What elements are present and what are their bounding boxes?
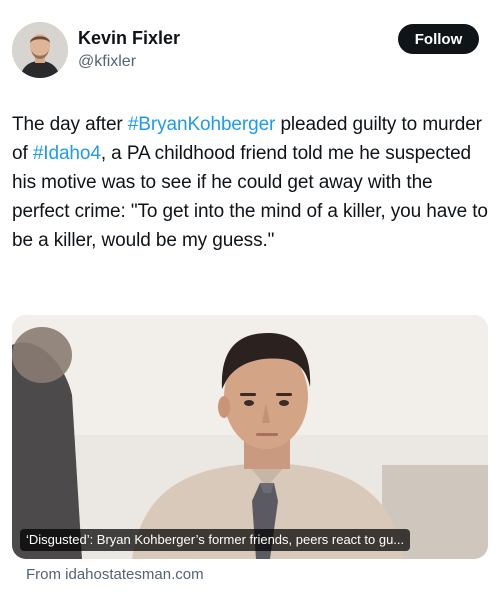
link-source[interactable]: From idahostatesman.com [26,566,204,583]
author-name[interactable]: Kevin Fixler [78,28,180,49]
article-photo [12,315,488,559]
tweet-header: Kevin Fixler @kfixler Follow [0,0,499,90]
tweet-text: The day after #BryanKohberger pleaded gu… [12,110,490,255]
link-card-title[interactable]: ‘Disgusted’: Bryan Kohberger’s former fr… [20,529,411,551]
author-handle[interactable]: @kfixler [78,53,136,71]
hashtag-link[interactable]: #BryanKohberger [128,114,276,135]
tweet-text-segment: The day after [12,114,128,135]
author-avatar[interactable] [12,22,68,78]
follow-button[interactable]: Follow [398,24,479,54]
avatar-image [12,22,68,78]
hashtag-link[interactable]: #Idaho4 [33,143,101,164]
link-card[interactable]: ‘Disgusted’: Bryan Kohberger’s former fr… [12,315,488,559]
